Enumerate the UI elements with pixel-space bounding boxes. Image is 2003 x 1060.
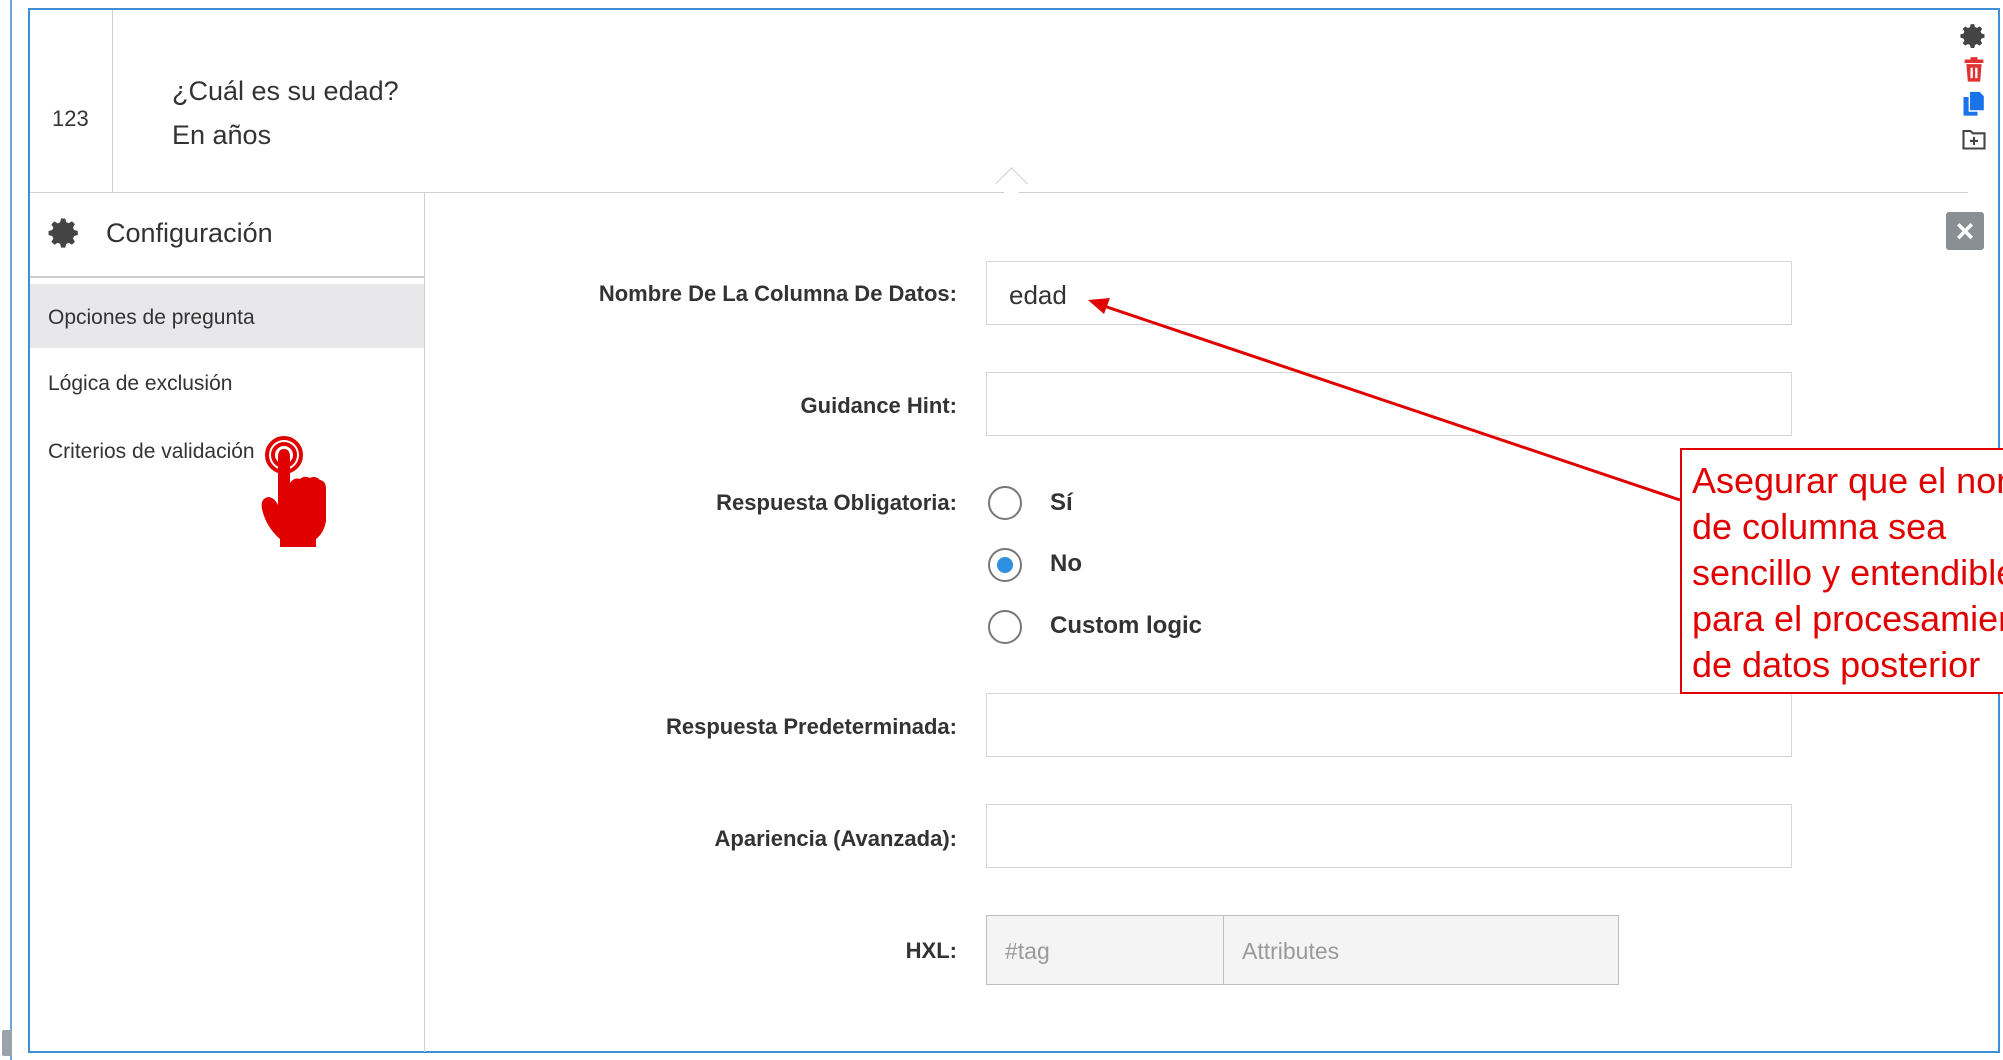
appearance-input[interactable] <box>986 804 1792 868</box>
add-to-library-icon[interactable] <box>1960 124 1988 152</box>
gear-icon <box>48 218 78 248</box>
close-settings-button[interactable]: × <box>1946 212 1984 250</box>
gear-icon[interactable] <box>1960 22 1988 50</box>
data-column-name-value: edad <box>1009 280 1067 310</box>
guidance-hint-input[interactable] <box>986 372 1792 436</box>
annotation-line: para el procesamiento <box>1692 598 2003 639</box>
divider <box>112 10 113 192</box>
default-response-label: Respuesta Predeterminada: <box>666 714 957 739</box>
hxl-attributes-placeholder: Attributes <box>1242 938 1340 964</box>
question-type-number: 123 <box>52 106 89 131</box>
sidebar-item-label: Lógica de exclusión <box>48 372 233 395</box>
annotation-line: Asegurar que el nombre <box>1692 460 2003 501</box>
required-custom-logic-label[interactable]: Custom logic <box>1050 612 1202 640</box>
required-no-radio[interactable] <box>988 548 1022 582</box>
question-title[interactable]: ¿Cuál es su edad? <box>172 76 399 107</box>
required-custom-logic-radio[interactable] <box>988 610 1022 644</box>
annotation-callout: Asegurar que el nombre de columna sea se… <box>1680 448 2003 694</box>
settings-title: Configuración <box>106 218 273 248</box>
required-yes-label[interactable]: Sí <box>1050 489 1073 517</box>
settings-sidebar: Configuración Opciones de pregunta Lógic… <box>30 192 425 1052</box>
hxl-attributes-input[interactable]: Attributes <box>1223 915 1619 985</box>
annotation-line: de datos posterior <box>1692 644 1981 685</box>
required-yes-radio[interactable] <box>988 486 1022 520</box>
hxl-label: HXL: <box>905 938 957 963</box>
appearance-label: Apariencia (Avanzada): <box>714 826 957 851</box>
question-header[interactable]: 123 ¿Cuál es su edad? En años <box>30 10 1968 193</box>
sidebar-item-question-options[interactable]: Opciones de pregunta <box>30 284 424 348</box>
edge-handle <box>2 1030 12 1056</box>
copy-icon[interactable] <box>1960 90 1988 118</box>
data-column-name-label: Nombre De La Columna De Datos: <box>598 281 957 306</box>
sidebar-item-skip-logic[interactable]: Lógica de exclusión <box>30 350 424 414</box>
trash-icon[interactable] <box>1960 56 1988 84</box>
data-column-name-input[interactable]: edad <box>986 261 1792 325</box>
annotation-line: sencillo y entendible <box>1692 552 2003 593</box>
sidebar-item-validation-criteria[interactable]: Criterios de validación <box>30 418 424 482</box>
sidebar-item-label: Opciones de pregunta <box>48 306 255 329</box>
default-response-input[interactable] <box>986 693 1792 757</box>
hand-pointer-icon <box>261 436 326 547</box>
annotation-line: de columna sea <box>1692 506 1947 547</box>
required-no-label[interactable]: No <box>1050 550 1082 578</box>
question-toolbar <box>1960 22 1994 158</box>
question-hint[interactable]: En años <box>172 120 271 151</box>
required-response-label: Respuesta Obligatoria: <box>716 490 957 515</box>
left-border-line <box>10 0 12 1060</box>
sidebar-item-label: Criterios de validación <box>48 440 255 463</box>
hxl-tag-placeholder: #tag <box>1005 938 1050 964</box>
guidance-hint-label: Guidance Hint: <box>800 393 957 418</box>
hxl-tag-input[interactable]: #tag <box>986 915 1224 985</box>
settings-header: Configuración <box>30 192 424 278</box>
